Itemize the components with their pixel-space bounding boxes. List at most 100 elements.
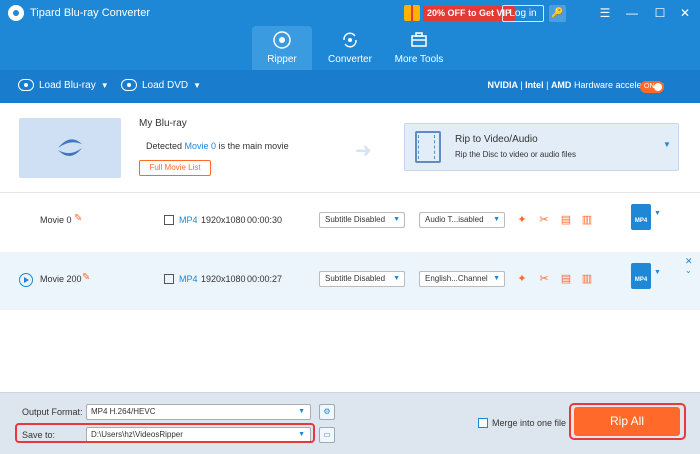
rip-all-button[interactable]: Rip All <box>574 407 680 436</box>
output-format-thumb[interactable]: MP4 <box>631 204 651 230</box>
duration: 00:00:30 <box>247 215 283 225</box>
load-dvd-label: Load DVD <box>142 79 189 91</box>
tab-converter-label: Converter <box>328 54 372 65</box>
minimize-button[interactable]: — <box>623 4 641 22</box>
load-bluray-label: Load Blu-ray <box>39 79 96 91</box>
app-title: Tipard Blu-ray Converter <box>30 7 151 19</box>
disc-thumbnail <box>19 118 121 178</box>
ripper-icon <box>273 31 291 49</box>
audio-value: English...Channel <box>425 274 488 283</box>
audio-select[interactable]: English...Channel ▼ <box>419 271 505 287</box>
source-format: MP4 <box>179 215 198 225</box>
subtitle-edit-icon[interactable]: ▤ <box>559 272 573 286</box>
output-format-value: MP4 H.264/HEVC <box>91 407 156 416</box>
detected-prefix: Detected <box>146 141 183 151</box>
top-bar: Tipard Blu-ray Converter 20% OFF to Get … <box>0 0 700 70</box>
edit-pencil-icon[interactable]: ✎ <box>82 272 90 283</box>
subtitle-edit-icon[interactable]: ▤ <box>559 213 573 227</box>
tab-ripper-label: Ripper <box>267 54 297 65</box>
arrow-right-icon: ➜ <box>355 140 372 162</box>
subtitle-value: Subtitle Disabled <box>325 274 386 283</box>
rip-mode-title: Rip to Video/Audio <box>455 134 538 145</box>
hardware-acceleration-toggle[interactable]: ON <box>640 81 664 93</box>
converter-icon <box>343 32 357 48</box>
chevron-down-icon[interactable]: ▼ <box>654 210 661 217</box>
source-format: MP4 <box>179 274 198 284</box>
movie-name: Movie 0 <box>40 215 72 225</box>
toolbox-icon <box>411 32 427 47</box>
film-icon <box>164 274 174 284</box>
effects-icon[interactable]: ▥ <box>580 213 594 227</box>
rip-mode-select[interactable]: Rip to Video/Audio Rip the Disc to video… <box>404 123 679 171</box>
hw-nvidia: NVIDIA <box>487 80 518 90</box>
tab-converter[interactable]: Converter <box>320 26 380 70</box>
chevron-down-icon[interactable]: ⌄ <box>685 266 692 275</box>
tab-more-tools[interactable]: More Tools <box>389 26 449 70</box>
disc-panel: My Blu-ray Detected Movie 0 is the main … <box>0 103 700 193</box>
merge-checkbox[interactable] <box>478 418 488 428</box>
folder-icon[interactable]: ▭ <box>319 427 335 443</box>
subtitle-select[interactable]: Subtitle Disabled ▼ <box>319 271 405 287</box>
title-bar: Tipard Blu-ray Converter 20% OFF to Get … <box>0 0 700 26</box>
gift-icon[interactable] <box>404 5 420 21</box>
detected-text: Detected Movie 0 is the main movie <box>146 141 289 151</box>
output-format-label: Output Format: <box>22 407 83 417</box>
hw-intel: Intel <box>525 80 544 90</box>
bluray-disc-icon <box>18 79 34 91</box>
effects-icon[interactable]: ▥ <box>580 272 594 286</box>
chevron-down-icon: ▼ <box>193 80 202 90</box>
audio-value: Audio T...isabled <box>425 215 484 224</box>
resolution: 1920x1080 <box>201 215 246 225</box>
full-movie-list-button[interactable]: Full Movie List <box>139 160 211 176</box>
app-logo-icon <box>8 5 24 21</box>
disc-name: My Blu-ray <box>139 118 187 129</box>
movie-row: Movie 200 ✎ MP4 1920x1080 00:00:27 Subti… <box>0 252 700 310</box>
load-dvd-button[interactable]: Load DVD ▼ <box>121 79 201 91</box>
rip-mode-subtitle: Rip the Disc to video or audio files <box>455 150 576 159</box>
enhance-icon[interactable]: ✦ <box>515 213 529 227</box>
tab-ripper[interactable]: Ripper <box>252 26 312 70</box>
audio-select[interactable]: Audio T...isabled ▼ <box>419 212 505 228</box>
scissors-icon[interactable]: ✂ <box>537 213 551 227</box>
save-to-highlight <box>15 423 315 443</box>
format-settings-icon[interactable]: ⚙ <box>319 404 335 420</box>
menu-icon[interactable]: ☰ <box>596 4 614 22</box>
login-button[interactable]: Log in <box>502 5 544 22</box>
bluray-logo-icon <box>58 139 82 157</box>
scissors-icon[interactable]: ✂ <box>537 272 551 286</box>
toolbar: Load Blu-ray ▼ Load DVD ▼ NVIDIA | Intel… <box>0 70 700 103</box>
detected-suffix: is the main movie <box>218 141 289 151</box>
main-movie-link[interactable]: Movie 0 <box>185 141 217 151</box>
chevron-down-icon: ▼ <box>393 275 400 282</box>
chevron-down-icon: ▼ <box>663 140 671 149</box>
dvd-disc-icon <box>121 79 137 91</box>
film-icon <box>415 131 441 163</box>
chevron-down-icon: ▼ <box>298 408 305 415</box>
output-format-thumb[interactable]: MP4 <box>631 263 651 289</box>
subtitle-select[interactable]: Subtitle Disabled ▼ <box>319 212 405 228</box>
maximize-button[interactable]: ☐ <box>651 4 669 22</box>
merge-label: Merge into one file <box>492 418 567 428</box>
subtitle-value: Subtitle Disabled <box>325 215 386 224</box>
movie-name: Movie 200 <box>40 274 82 284</box>
film-icon <box>164 215 174 225</box>
chevron-down-icon: ▼ <box>393 216 400 223</box>
close-button[interactable]: ✕ <box>676 4 694 22</box>
tab-more-tools-label: More Tools <box>394 54 444 65</box>
load-bluray-button[interactable]: Load Blu-ray ▼ <box>18 79 109 91</box>
chevron-down-icon: ▼ <box>493 275 500 282</box>
enhance-icon[interactable]: ✦ <box>515 272 529 286</box>
chevron-down-icon[interactable]: ▼ <box>654 269 661 276</box>
play-icon[interactable] <box>19 273 33 287</box>
resolution: 1920x1080 <box>201 274 246 284</box>
duration: 00:00:27 <box>247 274 283 284</box>
hw-amd: AMD <box>550 80 572 90</box>
chevron-down-icon: ▼ <box>493 216 500 223</box>
chevron-down-icon: ▼ <box>100 80 109 90</box>
list-empty-area <box>0 310 700 392</box>
output-format-select[interactable]: MP4 H.264/HEVC ▼ <box>86 404 311 420</box>
movie-row: Movie 0 ✎ MP4 1920x1080 00:00:30 Subtitl… <box>0 193 700 251</box>
hardware-acceleration: NVIDIA | Intel | AMD Hardware accelerati… <box>487 80 664 90</box>
edit-pencil-icon[interactable]: ✎ <box>74 213 82 224</box>
key-icon[interactable]: 🔑 <box>549 5 566 22</box>
